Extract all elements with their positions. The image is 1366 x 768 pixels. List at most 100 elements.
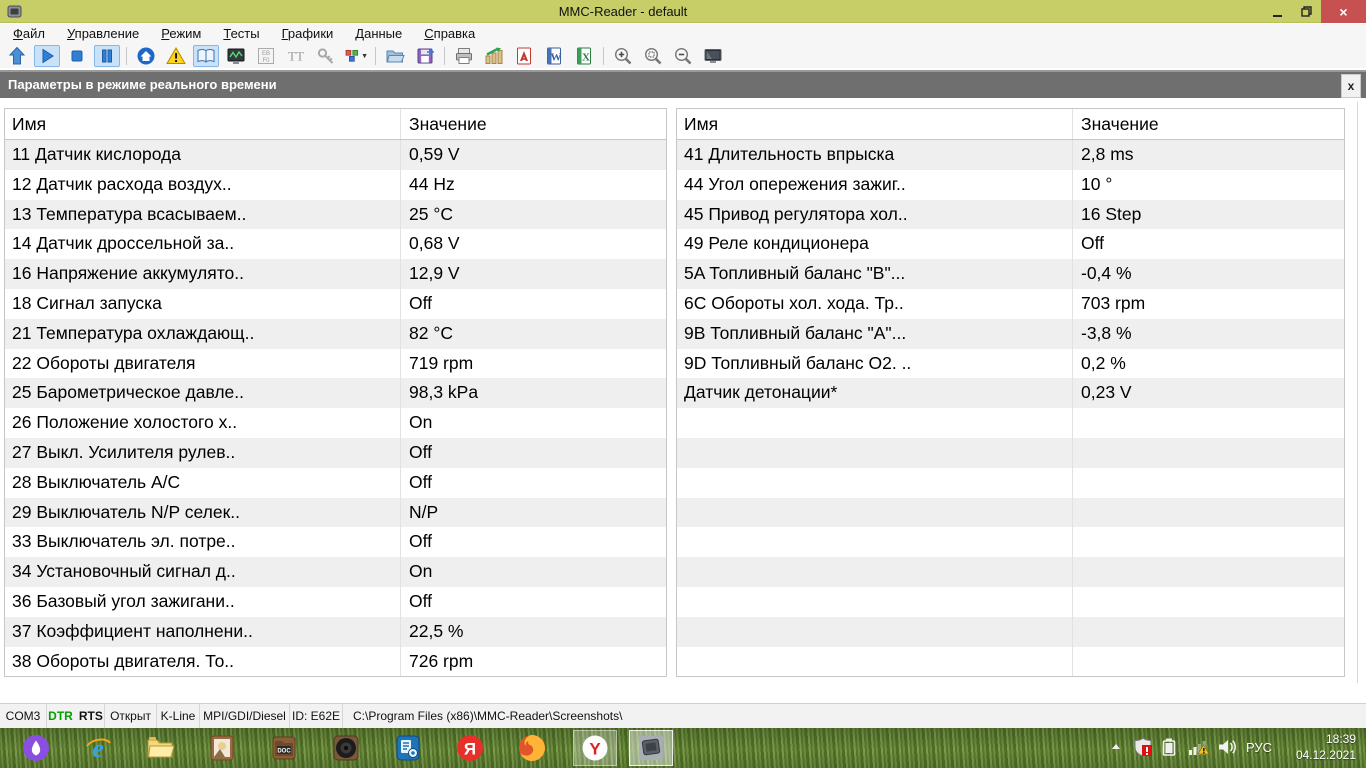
- param-row[interactable]: 38 Обороты двигателя. То..726 rpm: [5, 647, 666, 677]
- param-name: [677, 438, 1073, 468]
- param-row[interactable]: Датчик детонации*0,23 V: [677, 378, 1344, 408]
- table-header-row: ИмяЗначение: [677, 109, 1344, 140]
- tray-security-shield-icon[interactable]: [1133, 737, 1153, 762]
- param-value: 82 °C: [401, 319, 666, 349]
- param-row[interactable]: 9D Топливный баланс O2. ..0,2 %: [677, 349, 1344, 379]
- param-row[interactable]: 27 Выкл. Усилителя рулев..Off: [5, 438, 666, 468]
- tray-network-warning-icon[interactable]: [1188, 738, 1210, 761]
- play-icon[interactable]: [34, 45, 60, 67]
- svg-text:Y: Y: [589, 740, 601, 759]
- audio-player-icon[interactable]: [331, 733, 361, 763]
- param-row[interactable]: 18 Сигнал запускаOff: [5, 289, 666, 319]
- key-icon[interactable]: [313, 45, 339, 67]
- screenshot-icon[interactable]: [700, 45, 726, 67]
- minimize-button[interactable]: [1263, 0, 1292, 23]
- toolbar-separator: [126, 47, 127, 65]
- oscilloscope-icon[interactable]: [223, 45, 249, 67]
- menu-mode[interactable]: Режим: [150, 24, 212, 44]
- menu-file[interactable]: Файл: [2, 24, 56, 44]
- export-word-icon[interactable]: W: [541, 45, 567, 67]
- firefox-icon[interactable]: [517, 733, 547, 763]
- open-file-icon[interactable]: [382, 45, 408, 67]
- app-window: MMC-Reader - default × Файл Управление Р…: [0, 0, 1366, 728]
- param-row[interactable]: 12 Датчик расхода воздух..44 Hz: [5, 170, 666, 200]
- mmc-reader-icon[interactable]: [636, 733, 666, 763]
- close-button[interactable]: ×: [1321, 0, 1366, 23]
- tray-clock[interactable]: 18:39 04.12.2021: [1296, 731, 1356, 763]
- device-settings-icon[interactable]: [393, 733, 423, 763]
- param-value: 98,3 kPa: [401, 378, 666, 408]
- doc-folder-icon[interactable]: DOC: [269, 733, 299, 763]
- internet-explorer-icon[interactable]: e: [83, 733, 113, 763]
- print-icon[interactable]: [451, 45, 477, 67]
- param-row[interactable]: 9B Топливный баланс "A"...-3,8 %: [677, 319, 1344, 349]
- stop-icon[interactable]: [64, 45, 90, 67]
- custom-params-icon[interactable]: ▼: [343, 45, 369, 67]
- param-row[interactable]: 37 Коэффициент наполнени..22,5 %: [5, 617, 666, 647]
- alice-assistant-icon[interactable]: [21, 733, 51, 763]
- restore-button[interactable]: [1292, 0, 1321, 23]
- menu-graphs[interactable]: Графики: [271, 24, 345, 44]
- menu-tests[interactable]: Тесты: [212, 24, 270, 44]
- text-mode-icon[interactable]: TT: [283, 45, 309, 67]
- param-row[interactable]: 44 Угол опережения зажиг..10 °: [677, 170, 1344, 200]
- home-icon[interactable]: [133, 45, 159, 67]
- param-row[interactable]: 49 Реле кондиционераOff: [677, 229, 1344, 259]
- param-row[interactable]: 29 Выключатель N/P селек..N/P: [5, 498, 666, 528]
- menu-data[interactable]: Данные: [344, 24, 413, 44]
- param-row[interactable]: 22 Обороты двигателя719 rpm: [5, 349, 666, 379]
- menu-control[interactable]: Управление: [56, 24, 150, 44]
- param-value: [1073, 468, 1344, 498]
- param-row[interactable]: 14 Датчик дроссельной за..0,68 V: [5, 229, 666, 259]
- param-value: [1073, 557, 1344, 587]
- pause-icon[interactable]: [94, 45, 120, 67]
- param-row[interactable]: 36 Базовый угол зажигани..Off: [5, 587, 666, 617]
- param-name: [677, 468, 1073, 498]
- param-row[interactable]: 6C Обороты хол. хода. Тр..703 rpm: [677, 289, 1344, 319]
- param-row[interactable]: 34 Установочный сигнал д..On: [5, 557, 666, 587]
- export-pdf-icon[interactable]: [511, 45, 537, 67]
- column-header-value: Значение: [1073, 109, 1344, 139]
- save-file-icon[interactable]: [412, 45, 438, 67]
- status-dtr: DTR: [48, 709, 73, 723]
- param-value: 0,2 %: [1073, 349, 1344, 379]
- zoom-reset-icon[interactable]: [640, 45, 666, 67]
- param-row[interactable]: 45 Привод регулятора хол..16 Step: [677, 200, 1344, 230]
- yandex-browser-icon[interactable]: Y: [580, 733, 610, 763]
- param-row[interactable]: 25 Барометрическое давле..98,3 kPa: [5, 378, 666, 408]
- zoom-in-icon[interactable]: [610, 45, 636, 67]
- tray-language-indicator[interactable]: РУС: [1246, 740, 1272, 755]
- param-name: 37 Коэффициент наполнени..: [5, 617, 401, 647]
- zoom-out-icon[interactable]: [670, 45, 696, 67]
- column-header-name: Имя: [5, 109, 401, 139]
- panel-close-button[interactable]: x: [1341, 74, 1361, 98]
- yandex-icon[interactable]: Я: [455, 733, 485, 763]
- param-row[interactable]: 41 Длительность впрыска2,8 ms: [677, 140, 1344, 170]
- connect-up-icon[interactable]: [4, 45, 30, 67]
- param-row[interactable]: 26 Положение холостого х..On: [5, 408, 666, 438]
- photo-viewer-icon[interactable]: [207, 733, 237, 763]
- tray-volume-icon[interactable]: [1218, 738, 1237, 761]
- menu-help[interactable]: Справка: [413, 24, 486, 44]
- param-row[interactable]: 11 Датчик кислорода0,59 V: [5, 140, 666, 170]
- dtc-warning-icon[interactable]: [163, 45, 189, 67]
- param-row[interactable]: 28 Выключатель A/COff: [5, 468, 666, 498]
- file-explorer-icon[interactable]: [145, 733, 175, 763]
- param-value: 0,59 V: [401, 140, 666, 170]
- tray-battery-icon[interactable]: [1162, 738, 1176, 761]
- param-row[interactable]: 21 Температура охлаждающ..82 °C: [5, 319, 666, 349]
- param-row[interactable]: 16 Напряжение аккумулято..12,9 V: [5, 259, 666, 289]
- dropdown-arrow-icon: ▼: [361, 53, 368, 60]
- param-value: N/P: [401, 498, 666, 528]
- param-row[interactable]: 13 Температура всасываем..25 °C: [5, 200, 666, 230]
- tray-chevron-up-icon[interactable]: [1110, 740, 1122, 758]
- ecu-info-icon[interactable]: EBF0: [253, 45, 279, 67]
- param-row[interactable]: 5A Топливный баланс "B"...-0,4 %: [677, 259, 1344, 289]
- svg-text:e: e: [92, 734, 104, 763]
- live-data-book-icon[interactable]: [193, 45, 219, 67]
- export-chart-icon[interactable]: [481, 45, 507, 67]
- param-row-empty: [677, 617, 1344, 647]
- param-row[interactable]: 33 Выключатель эл. потре..Off: [5, 527, 666, 557]
- param-value: [1073, 498, 1344, 528]
- export-excel-icon[interactable]: X: [571, 45, 597, 67]
